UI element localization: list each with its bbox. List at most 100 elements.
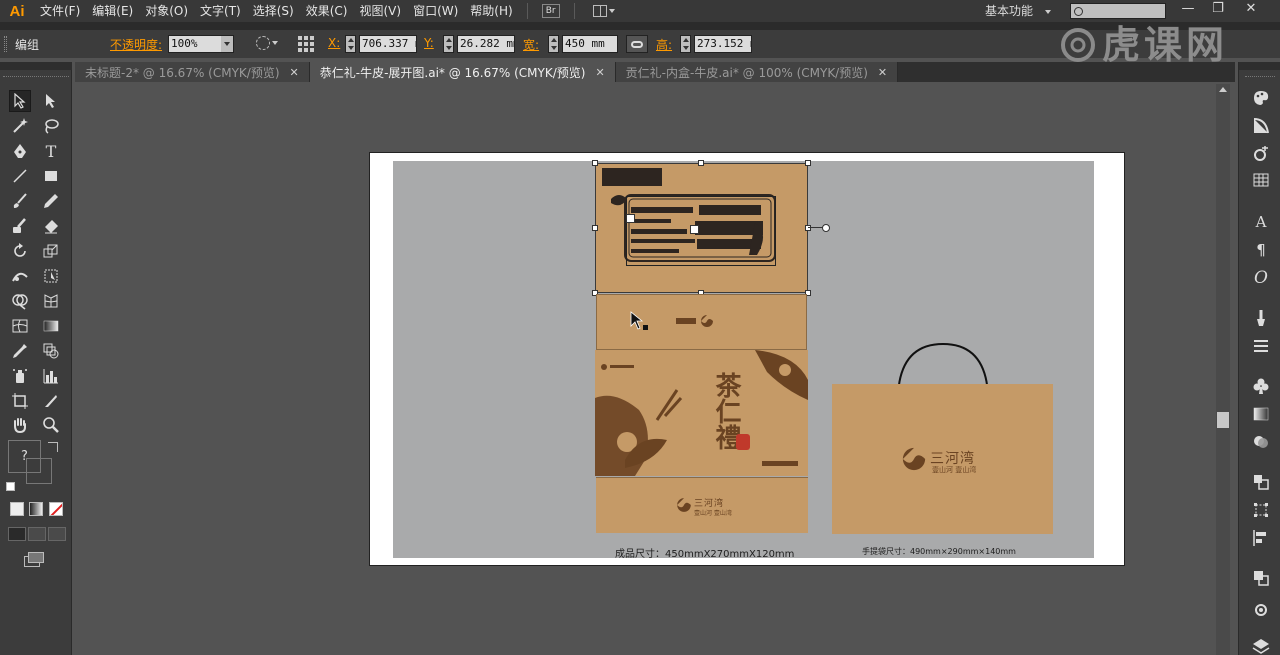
scrollbar-thumb[interactable] — [1217, 412, 1229, 428]
color-panel-button[interactable] — [1251, 88, 1271, 108]
help-search-input[interactable] — [1070, 3, 1166, 19]
anchor-point[interactable] — [690, 225, 699, 234]
rectangle-tool[interactable] — [40, 165, 62, 187]
recolor-icon[interactable] — [256, 36, 270, 50]
resize-handle-top-right[interactable] — [805, 160, 811, 166]
blend-tool[interactable] — [40, 340, 62, 362]
x-stepper[interactable] — [345, 35, 356, 53]
align-panel-button[interactable] — [1251, 528, 1271, 548]
gradient-panel-button[interactable] — [1251, 404, 1271, 424]
menu-help[interactable]: 帮助(H) — [464, 0, 518, 22]
screen-mode-button[interactable] — [24, 552, 46, 568]
draw-behind-button[interactable] — [28, 527, 46, 541]
rotate-handle[interactable] — [822, 224, 830, 232]
workspace-switcher[interactable]: 基本功能 — [985, 0, 1051, 22]
constrain-proportions-button[interactable] — [626, 35, 648, 53]
perspective-grid-tool[interactable] — [40, 290, 62, 312]
mesh-tool[interactable] — [9, 315, 31, 337]
pathfinder-panel-button[interactable] — [1251, 568, 1271, 588]
swatches-panel-button[interactable] — [1251, 170, 1271, 190]
width-tool[interactable] — [9, 265, 31, 287]
layers-panel-button[interactable] — [1251, 472, 1271, 492]
pencil-tool[interactable] — [40, 190, 62, 212]
rotate-tool[interactable] — [9, 240, 31, 262]
selection-tool[interactable] — [9, 90, 31, 112]
menu-view[interactable]: 视图(V) — [353, 0, 407, 22]
resize-handle-top-left[interactable] — [592, 160, 598, 166]
default-fill-stroke-icon[interactable] — [6, 482, 15, 491]
color-mode-button[interactable] — [10, 502, 24, 516]
y-input[interactable]: 26.282 mm — [457, 35, 515, 53]
y-stepper[interactable] — [443, 35, 454, 53]
paintbrush-tool[interactable] — [9, 190, 31, 212]
stroke-swatch[interactable] — [26, 458, 52, 484]
eraser-tool[interactable] — [40, 215, 62, 237]
opacity-label[interactable]: 不透明度: — [110, 36, 162, 53]
resize-handle-top[interactable] — [698, 160, 704, 166]
tab-gongrenli-inner-box[interactable]: 贡仁礼-内盒-牛皮.ai* @ 100% (CMYK/预览) ✕ — [615, 62, 899, 82]
draw-normal-button[interactable] — [8, 527, 26, 541]
appearance-panel-button[interactable] — [1251, 144, 1271, 164]
symbols-panel-button[interactable] — [1251, 376, 1271, 396]
artboard-tool[interactable] — [9, 390, 31, 412]
height-stepper[interactable] — [680, 35, 691, 53]
vertical-scrollbar[interactable] — [1216, 84, 1230, 655]
layers-stack-panel-button[interactable] — [1251, 636, 1271, 655]
menu-window[interactable]: 窗口(W) — [407, 0, 464, 22]
column-graph-tool[interactable] — [40, 365, 62, 387]
resize-handle-left[interactable] — [592, 225, 598, 231]
symbol-sprayer-tool[interactable] — [9, 365, 31, 387]
draw-inside-button[interactable] — [48, 527, 66, 541]
free-transform-tool[interactable] — [40, 265, 62, 287]
type-tool[interactable]: T — [40, 140, 62, 162]
graphic-styles-panel-button[interactable] — [1251, 600, 1271, 620]
brushes-panel-button[interactable] — [1251, 308, 1271, 328]
opacity-input[interactable]: 100% — [168, 35, 222, 53]
line-segment-tool[interactable] — [9, 165, 31, 187]
minimize-button[interactable]: — — [1177, 0, 1199, 18]
hand-tool[interactable] — [9, 414, 31, 436]
close-icon[interactable]: ✕ — [595, 66, 604, 79]
color-guide-panel-button[interactable] — [1251, 116, 1271, 136]
pen-tool[interactable] — [9, 140, 31, 162]
close-icon[interactable]: ✕ — [290, 66, 299, 79]
stroke-panel-button[interactable] — [1251, 336, 1271, 356]
menu-type[interactable]: 文字(T) — [194, 0, 247, 22]
anchor-point[interactable] — [626, 214, 635, 223]
bridge-button[interactable]: Br — [541, 4, 560, 18]
arrange-documents-button[interactable] — [592, 5, 615, 17]
tab-untitled-2[interactable]: 未标题-2* @ 16.67% (CMYK/预览) ✕ — [75, 62, 310, 82]
opacity-dropdown[interactable] — [221, 35, 234, 53]
width-stepper[interactable] — [548, 35, 559, 53]
scroll-up-arrow-icon[interactable] — [1219, 87, 1227, 92]
tab-gongrenli-expanded[interactable]: 恭仁礼-牛皮-展开图.ai* @ 16.67% (CMYK/预览) ✕ — [309, 62, 616, 82]
eyedropper-tool[interactable] — [9, 340, 31, 362]
blob-brush-tool[interactable] — [9, 215, 31, 237]
resize-handle-right[interactable] — [805, 225, 811, 231]
lasso-tool[interactable] — [40, 115, 62, 137]
character-panel-button[interactable]: A — [1251, 212, 1271, 232]
transform-panel-button[interactable] — [1251, 500, 1271, 520]
direct-selection-tool[interactable] — [40, 90, 62, 112]
zoom-tool[interactable] — [40, 414, 62, 436]
x-input[interactable]: 706.337 m — [359, 35, 417, 53]
restore-button[interactable]: ❐ — [1207, 0, 1229, 18]
paragraph-panel-button[interactable]: ¶ — [1251, 240, 1271, 260]
close-window-button[interactable]: ✕ — [1240, 0, 1262, 18]
menu-select[interactable]: 选择(S) — [247, 0, 300, 22]
magic-wand-tool[interactable] — [9, 115, 31, 137]
swap-fill-stroke-icon[interactable] — [48, 442, 58, 452]
opentype-panel-button[interactable]: O — [1251, 268, 1271, 288]
menu-effect[interactable]: 效果(C) — [300, 0, 354, 22]
gradient-tool[interactable] — [40, 315, 62, 337]
menu-object[interactable]: 对象(O) — [139, 0, 194, 22]
slice-tool[interactable] — [40, 390, 62, 412]
reference-point-icon[interactable] — [298, 36, 314, 52]
scale-tool[interactable] — [40, 240, 62, 262]
height-input[interactable]: 273.152 m — [694, 35, 752, 53]
menu-edit[interactable]: 编辑(E) — [86, 0, 139, 22]
shape-builder-tool[interactable] — [9, 290, 31, 312]
gradient-mode-button[interactable] — [29, 502, 43, 516]
close-icon[interactable]: ✕ — [878, 66, 887, 79]
transparency-panel-button[interactable] — [1251, 432, 1271, 452]
